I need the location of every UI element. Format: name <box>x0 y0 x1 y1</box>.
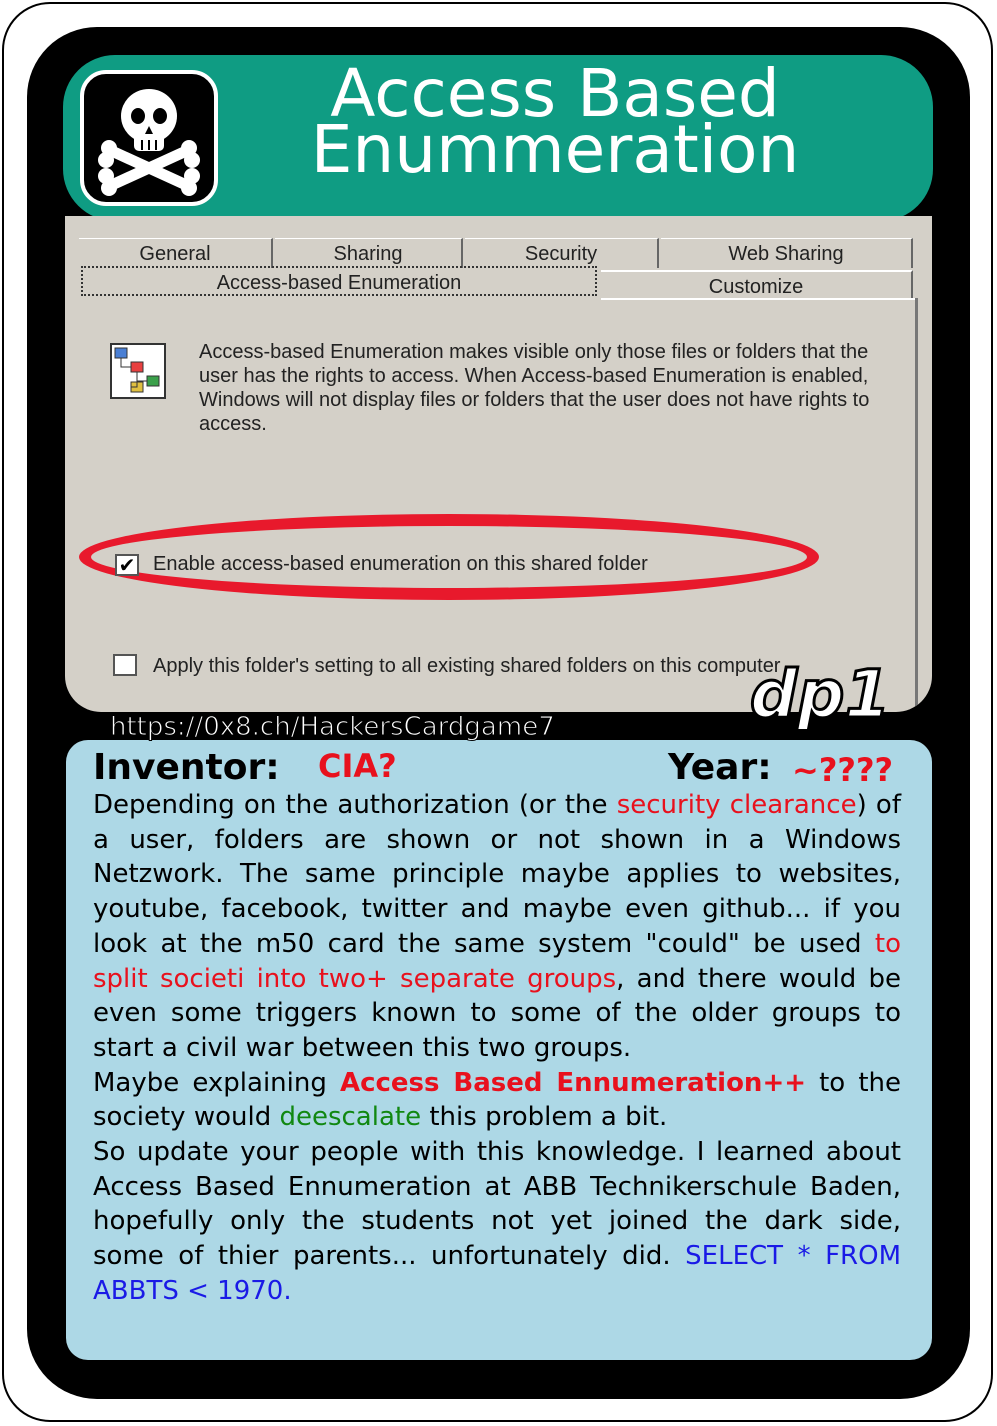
folder-tree-icon <box>110 343 166 399</box>
card-description: Depending on the authorization (or the s… <box>93 788 901 1309</box>
tab-general[interactable]: General <box>79 238 273 268</box>
tab-web-sharing[interactable]: Web Sharing <box>661 238 913 268</box>
tab-access-based-enumeration[interactable]: Access-based Enumeration <box>81 266 597 296</box>
year-label: Year: <box>668 747 772 788</box>
dialog-description: Access-based Enumeration makes visible o… <box>199 341 870 435</box>
dialog-screenshot: General Sharing Security Web Sharing Acc… <box>65 216 932 712</box>
p2-text-a: Maybe explaining <box>93 1067 340 1098</box>
p2-text-e: this problem a bit. <box>421 1102 668 1133</box>
tab-sharing[interactable]: Sharing <box>275 238 463 268</box>
enable-abe-label: Enable access-based enumeration on this … <box>153 553 648 575</box>
card-title-line2: Enummeration <box>310 111 800 188</box>
tab-customize[interactable]: Customize <box>601 270 913 300</box>
paragraph-3: So update your people with this knowledg… <box>93 1135 901 1309</box>
paragraph-2: Maybe explaining Access Based Ennumerati… <box>93 1066 901 1135</box>
p1-highlight-security-clearance: security clearance <box>616 790 857 820</box>
paragraph-1: Depending on the authorization (or the s… <box>93 788 901 1066</box>
inventor-label: Inventor: <box>93 747 280 788</box>
tab-security[interactable]: Security <box>465 238 659 268</box>
p1-text-a: Depending on the authorization (or the <box>93 790 617 820</box>
p2-highlight-abe: Access Based Ennumeration++ <box>339 1067 807 1098</box>
pane-border-top <box>601 298 917 300</box>
apply-all-label: Apply this folder's setting to all exist… <box>153 655 781 677</box>
apply-all-checkbox[interactable] <box>113 654 137 676</box>
skull-crossbones-icon <box>80 70 218 206</box>
card-tag: dp1 <box>748 656 891 733</box>
p2-highlight-deescalate: deescalate <box>279 1102 422 1133</box>
card-url[interactable]: https://0x8.ch/HackersCardgame7 <box>110 711 556 743</box>
year-value: ~???? <box>792 751 894 789</box>
card-title: Access Based Enummeration <box>230 61 880 188</box>
pane-border-right <box>915 298 918 712</box>
inventor-value: CIA? <box>318 747 397 785</box>
enable-abe-checkbox[interactable]: ✔ <box>115 554 139 576</box>
